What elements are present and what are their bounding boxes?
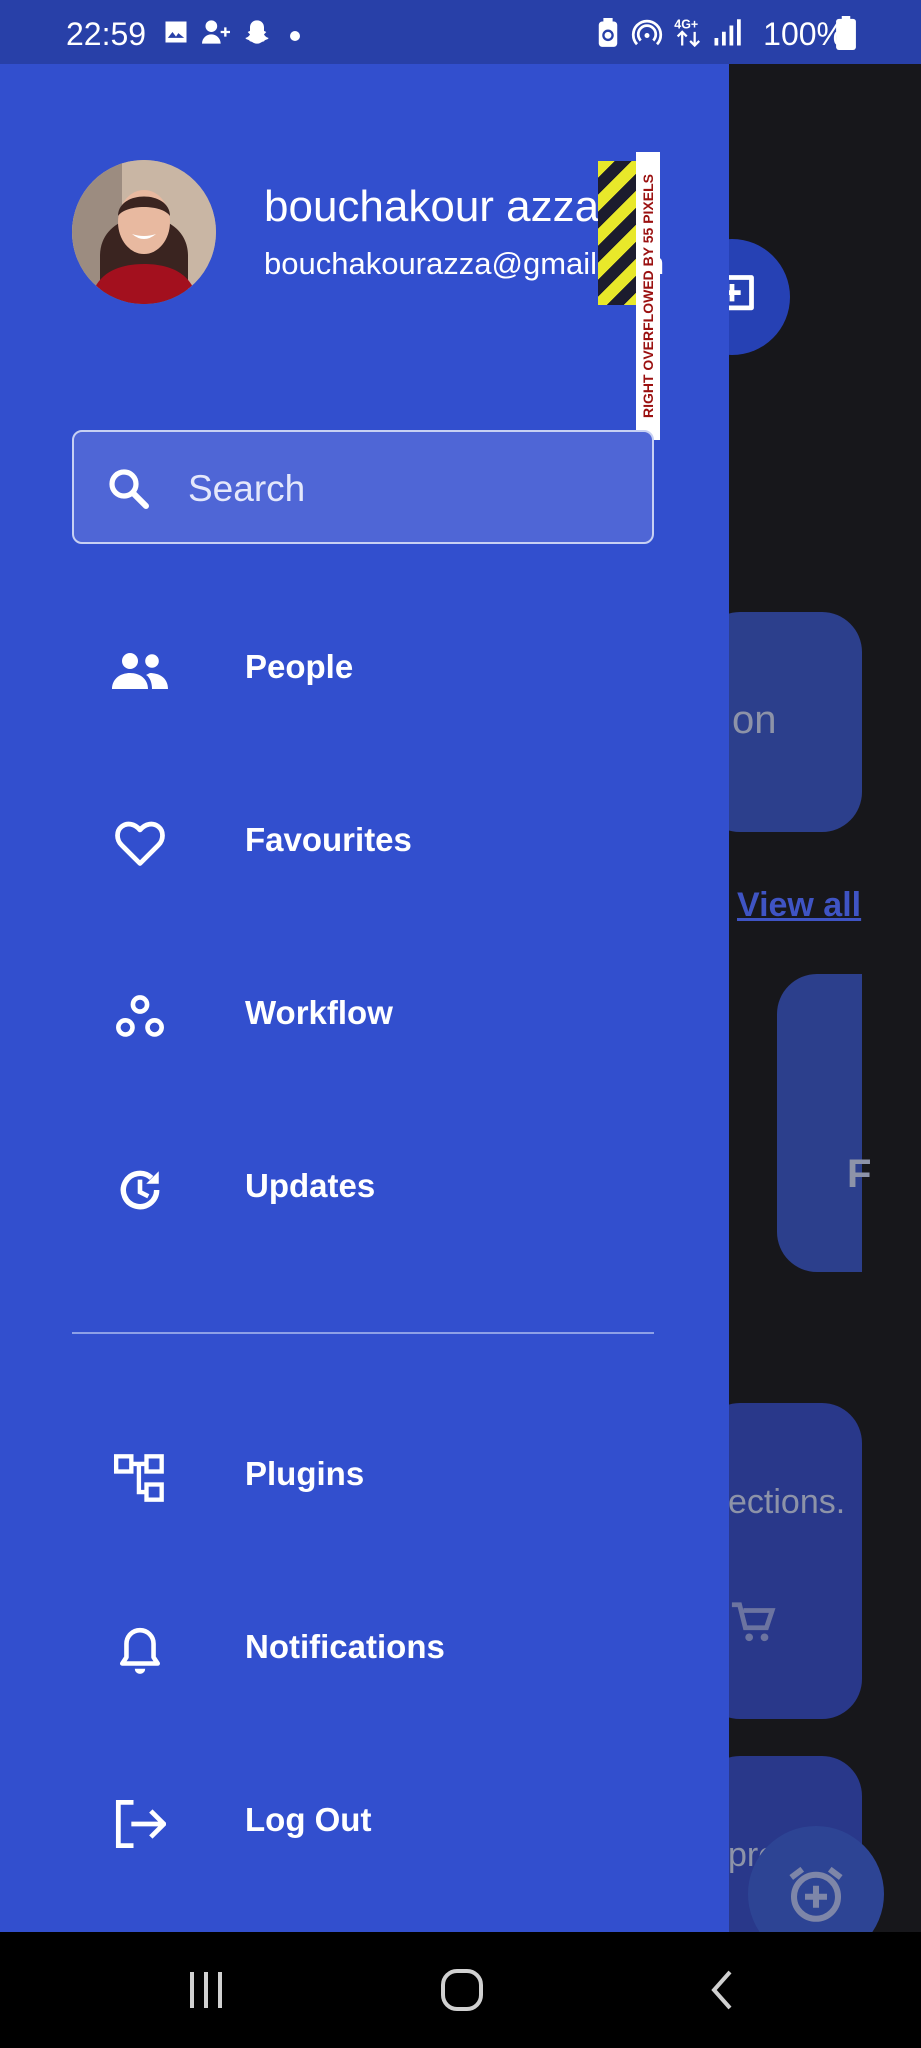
- status-time: 22:59: [66, 16, 147, 52]
- snapchat-icon: [245, 20, 269, 44]
- menu-item-plugins[interactable]: Plugins: [72, 1427, 654, 1527]
- status-bar: 22:59 4G+ 100%: [0, 0, 921, 64]
- plugins-icon: [108, 1453, 172, 1503]
- network-4g-icon: 4G+: [674, 17, 701, 48]
- back-icon[interactable]: [706, 1968, 738, 2012]
- overflow-warning-text: RIGHT OVERFLOWED BY 55 PIXELS: [640, 173, 656, 419]
- recent-apps-icon[interactable]: [186, 1970, 226, 2010]
- gallery-icon: [165, 21, 187, 43]
- menu-divider: [72, 1332, 654, 1334]
- background-card-text: F: [847, 1152, 872, 1196]
- menu-item-log-out[interactable]: Log Out: [72, 1773, 654, 1873]
- menu-item-updates[interactable]: Updates: [72, 1139, 654, 1239]
- menu-label: Workflow: [245, 994, 393, 1031]
- background-card-text: on: [732, 698, 777, 742]
- home-icon[interactable]: [440, 1968, 484, 2012]
- signal-icon: [714, 19, 741, 46]
- menu-label: Notifications: [245, 1628, 445, 1665]
- heart-icon: [108, 819, 172, 869]
- user-name: bouchakour azza: [264, 182, 600, 231]
- logout-icon: [108, 1799, 172, 1849]
- alarm-add-icon: [789, 1866, 843, 1922]
- people-icon: [108, 646, 172, 696]
- bell-icon: [108, 1626, 172, 1676]
- search-placeholder: Search: [188, 468, 306, 509]
- menu-item-people[interactable]: People: [72, 620, 654, 720]
- workflow-icon: [108, 992, 172, 1042]
- menu-label: Plugins: [245, 1455, 365, 1492]
- menu-item-notifications[interactable]: Notifications: [72, 1600, 654, 1700]
- overflow-indicator: [598, 161, 638, 305]
- search-field[interactable]: Search: [72, 430, 654, 544]
- view-all-link[interactable]: View all: [737, 886, 861, 925]
- battery-saver-icon: [598, 18, 618, 47]
- menu-label: Favourites: [245, 821, 412, 858]
- cart-icon: [731, 1602, 776, 1642]
- add-contact-icon: [202, 20, 230, 44]
- background-card-text: ections.: [728, 1483, 846, 1521]
- search-icon: [109, 469, 149, 509]
- menu-label: Log Out: [245, 1801, 372, 1838]
- avatar[interactable]: [72, 160, 216, 304]
- background-card: F: [777, 974, 871, 1272]
- battery-percent: 100%: [763, 16, 845, 52]
- menu-label: People: [245, 648, 354, 685]
- menu-item-favourites[interactable]: Favourites: [72, 793, 654, 893]
- navigation-drawer: bouchakour azza bouchakourazza@gmail.com…: [0, 64, 729, 1932]
- dot-icon: [290, 31, 300, 41]
- system-navigation-bar: [0, 1932, 921, 2048]
- menu-item-workflow[interactable]: Workflow: [72, 966, 654, 1066]
- hotspot-icon: [631, 19, 663, 46]
- updates-icon: [108, 1165, 172, 1215]
- battery-icon: [836, 16, 856, 50]
- menu-label: Updates: [245, 1167, 376, 1204]
- overflow-warning: RIGHT OVERFLOWED BY 55 PIXELS: [636, 152, 660, 440]
- svg-text:4G+: 4G+: [674, 17, 698, 31]
- profile-photo: [72, 160, 216, 304]
